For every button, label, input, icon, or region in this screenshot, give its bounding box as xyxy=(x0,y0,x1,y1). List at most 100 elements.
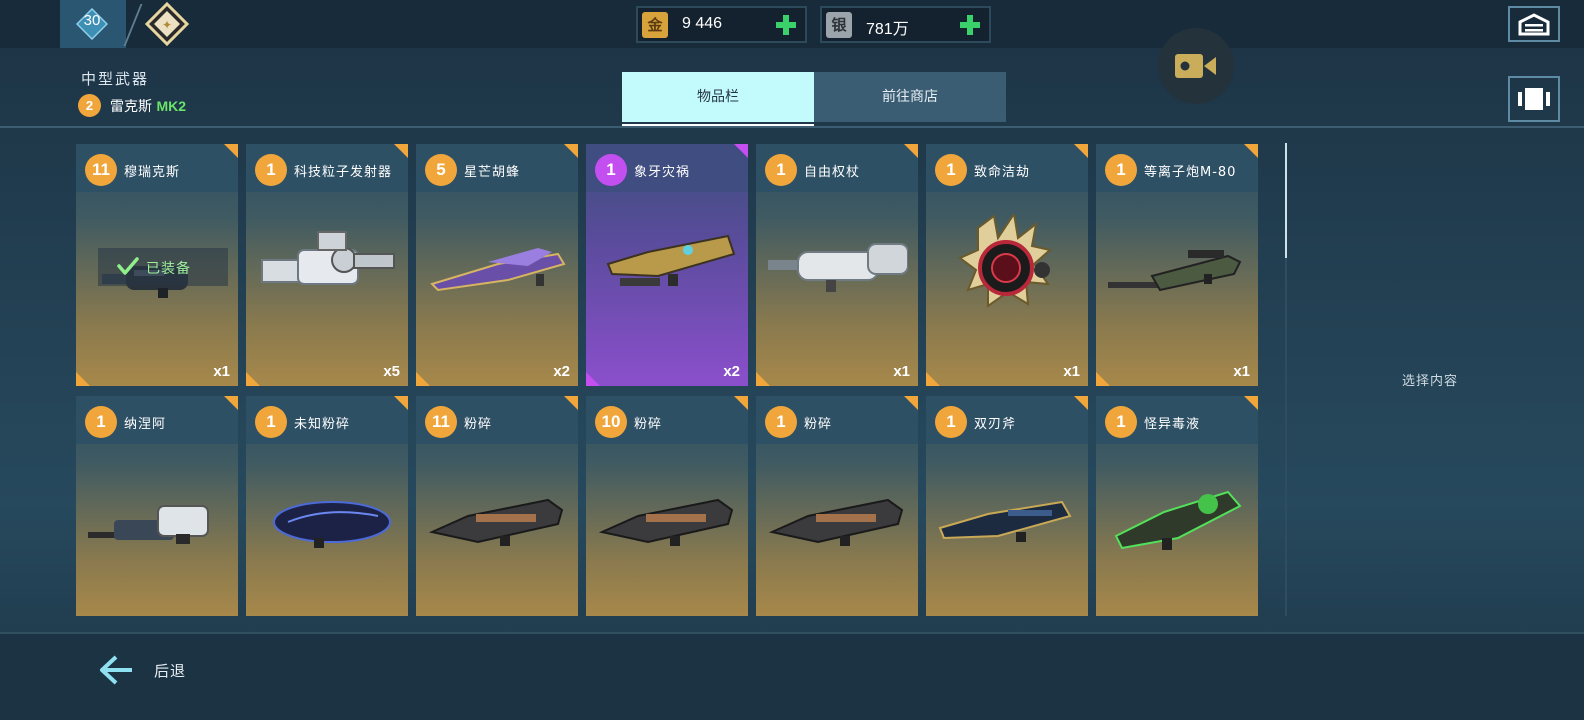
weapon-card[interactable]: 1 怪异毒液 xyxy=(1096,396,1258,616)
item-name: 粉碎 xyxy=(464,417,493,432)
add-gold-button[interactable] xyxy=(775,14,797,36)
weapon-card[interactable]: 11 粉碎 xyxy=(416,396,578,616)
player-level: 30 xyxy=(83,12,101,29)
item-count-badge: 1 xyxy=(935,154,967,186)
gold-currency: 金 9 446 xyxy=(636,6,807,43)
blue-gold-gun-icon xyxy=(938,500,1072,542)
weapon-card[interactable]: 10 粉碎 xyxy=(586,396,748,616)
item-quantity: x1 xyxy=(1233,363,1250,380)
rarity-corner xyxy=(1074,144,1088,158)
compare-view-button[interactable] xyxy=(1508,76,1560,122)
rarity-corner xyxy=(1244,396,1258,410)
rarity-corner xyxy=(734,396,748,410)
silver-currency: 银 781万 xyxy=(820,6,991,43)
item-count-badge: 5 xyxy=(425,154,457,186)
weapon-variant: MK2 xyxy=(156,98,187,114)
white-cannon-icon xyxy=(768,243,908,292)
item-name: 自由权杖 xyxy=(804,165,861,180)
item-count-badge: 1 xyxy=(765,154,797,186)
white-assault-rifle-icon xyxy=(88,505,209,544)
item-name: 致命洁劫 xyxy=(974,165,1031,180)
hangar-button[interactable] xyxy=(1508,6,1560,42)
rarity-corner xyxy=(756,372,770,386)
weapon-card[interactable]: 1 等离子炮M-80 x1 xyxy=(1096,144,1258,386)
tab-inventory[interactable]: 物品栏 xyxy=(622,72,814,122)
item-count-badge: 10 xyxy=(595,406,627,438)
rank-badge-icon[interactable]: ✦ xyxy=(144,2,190,46)
item-quantity: x1 xyxy=(893,363,910,380)
back-arrow-icon[interactable] xyxy=(98,654,134,686)
gold-amount: 9 446 xyxy=(682,15,723,32)
svg-text:✦: ✦ xyxy=(162,18,172,32)
rarity-corner xyxy=(394,396,408,410)
weapon-card[interactable]: 1 未知粉碎 xyxy=(246,396,408,616)
purple-gold-rifle-icon xyxy=(430,248,566,292)
item-name: 等离子炮M-80 xyxy=(1144,165,1237,180)
item-quantity: x1 xyxy=(1063,363,1080,380)
item-name: 怪异毒液 xyxy=(1144,417,1201,432)
item-count-badge: 1 xyxy=(255,154,287,186)
weapon-card[interactable]: 1 致命洁劫 x1 xyxy=(926,144,1088,386)
current-weapon-name: 雷克斯 MK2 xyxy=(110,96,186,116)
weapon-name: 雷克斯 xyxy=(110,99,152,115)
weapon-card-selected[interactable]: 1 象牙灾祸 x2 xyxy=(586,144,748,386)
silver-icon: 银 xyxy=(826,12,852,38)
item-count-badge: 1 xyxy=(1105,406,1137,438)
item-name: 未知粉碎 xyxy=(294,417,351,432)
tab-go-to-shop[interactable]: 前往商店 xyxy=(814,72,1006,122)
rarity-corner xyxy=(926,372,940,386)
red-disc-launcher-icon xyxy=(958,214,1053,308)
video-camera-icon xyxy=(1175,54,1216,78)
item-quantity: x1 xyxy=(213,363,230,380)
add-silver-button[interactable] xyxy=(959,14,981,36)
rarity-corner xyxy=(224,144,238,158)
video-record-button[interactable] xyxy=(1158,28,1234,104)
rarity-corner xyxy=(904,396,918,410)
item-count-badge: 11 xyxy=(425,406,457,438)
item-name: 科技粒子发射器 xyxy=(294,165,393,180)
item-name: 纳涅阿 xyxy=(124,417,167,432)
weapon-card[interactable]: 1 纳涅阿 xyxy=(76,396,238,616)
grid-scroll-thumb[interactable] xyxy=(1285,143,1287,258)
item-name: 双刃斧 xyxy=(974,417,1017,432)
item-quantity: x5 xyxy=(383,363,400,380)
rarity-corner xyxy=(416,372,430,386)
item-name: 穆瑞克斯 xyxy=(124,165,181,180)
back-button[interactable]: 后退 xyxy=(154,660,186,681)
detail-placeholder: 选择内容 xyxy=(1401,374,1458,389)
rarity-corner xyxy=(76,372,90,386)
white-particle-launcher-icon xyxy=(261,231,395,285)
item-count-badge: 1 xyxy=(935,406,967,438)
gold-icon: 金 xyxy=(642,12,668,38)
item-name: 星芒胡蜂 xyxy=(464,165,521,180)
shotgun-cannon-icon xyxy=(768,498,904,546)
item-count-badge: 1 xyxy=(255,406,287,438)
weapon-card[interactable]: 1 自由权杖 x1 xyxy=(756,144,918,386)
shotgun-cannon-icon xyxy=(428,498,564,546)
item-count-badge: 1 xyxy=(85,406,117,438)
weapon-card[interactable]: 1 科技粒子发射器 x5 xyxy=(246,144,408,386)
item-name: 粉碎 xyxy=(804,417,833,432)
hangar-icon xyxy=(1518,13,1550,36)
rarity-corner xyxy=(1074,396,1088,410)
rarity-corner xyxy=(586,372,600,386)
weapon-card[interactable]: 1 粉碎 xyxy=(756,396,918,616)
rarity-corner xyxy=(394,144,408,158)
shotgun-cannon-icon xyxy=(598,498,734,546)
equipped-label: 已装备 xyxy=(146,261,191,277)
item-quantity: x2 xyxy=(723,363,740,380)
green-toxic-gun-icon xyxy=(1114,490,1242,550)
sniper-rifle-icon xyxy=(1108,250,1242,292)
weapon-card[interactable]: 11 穆瑞克斯 已装备 x1 xyxy=(76,144,238,386)
weapon-card[interactable]: 5 星芒胡蜂 x2 xyxy=(416,144,578,386)
rarity-corner xyxy=(564,396,578,410)
weapon-card[interactable]: 1 双刃斧 xyxy=(926,396,1088,616)
item-name: 粉碎 xyxy=(634,417,663,432)
rarity-corner xyxy=(1244,144,1258,158)
rarity-corner xyxy=(734,144,748,158)
blue-pod-gun-icon xyxy=(273,501,391,548)
equipped-indicator: 已装备 xyxy=(98,248,228,286)
header-divider xyxy=(0,126,1584,128)
slot-number-badge: 2 xyxy=(78,94,101,117)
item-count-badge: 1 xyxy=(595,154,627,186)
